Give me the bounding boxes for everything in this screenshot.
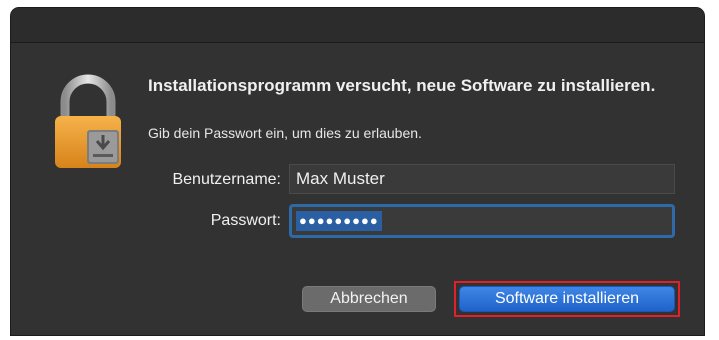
password-field[interactable]: ●●●●●●●●● [289, 204, 675, 238]
dialog-subtitle: Gib dein Passwort ein, um dies zu erlaub… [148, 125, 422, 141]
username-field[interactable]: Max Muster [289, 164, 675, 194]
install-software-button[interactable]: Software installieren [459, 286, 675, 312]
dialog-title: Installationsprogramm versucht, neue Sof… [148, 76, 656, 95]
dialog-titlebar [11, 8, 704, 43]
password-label: Passwort: [210, 212, 281, 229]
cancel-button[interactable]: Abbrechen [302, 286, 436, 312]
auth-dialog: Installationsprogramm versucht, neue Sof… [11, 8, 704, 335]
password-value: ●●●●●●●●● [296, 211, 382, 231]
username-value: Max Muster [296, 169, 385, 188]
lock-installer-icon [51, 74, 125, 170]
username-label: Benutzername: [172, 171, 281, 188]
